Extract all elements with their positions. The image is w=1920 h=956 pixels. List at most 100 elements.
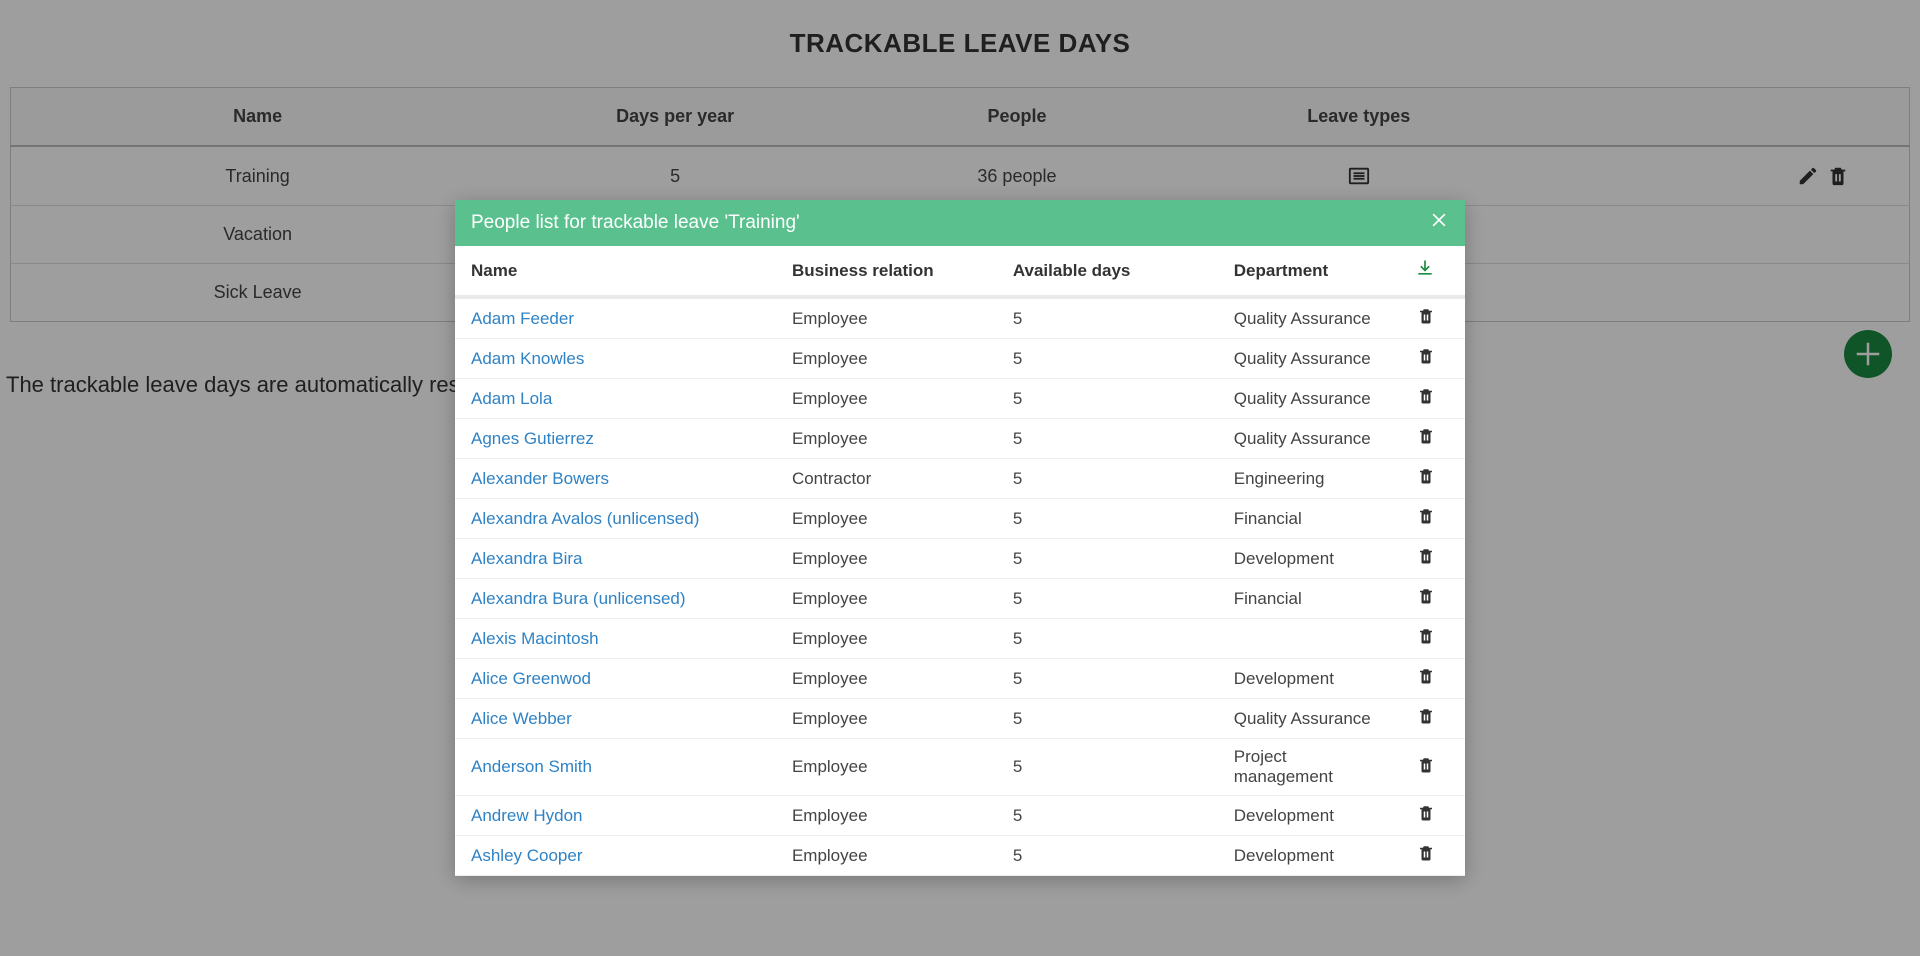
remove-person-button[interactable] — [1417, 630, 1435, 649]
people-row-relation: Employee — [776, 499, 997, 539]
people-row-department: Quality Assurance — [1218, 297, 1399, 339]
people-header-relation[interactable]: Business relation — [776, 246, 997, 297]
people-row: Andrew HydonEmployee5Development — [455, 796, 1465, 836]
people-row: Agnes GutierrezEmployee5Quality Assuranc… — [455, 419, 1465, 459]
person-link[interactable]: Alexandra Avalos (unlicensed) — [471, 509, 699, 528]
person-link[interactable]: Alexandra Bira — [471, 549, 583, 568]
people-row-name: Alice Webber — [455, 699, 776, 739]
people-row-delete-cell — [1399, 339, 1465, 379]
people-row: Alice Greenwod Employee5Development — [455, 659, 1465, 699]
remove-person-button[interactable] — [1417, 590, 1435, 609]
modal-title: People list for trackable leave 'Trainin… — [471, 212, 800, 234]
person-link[interactable]: Alexander Bowers — [471, 469, 609, 488]
remove-person-button[interactable] — [1417, 759, 1435, 778]
people-list-modal: People list for trackable leave 'Trainin… — [455, 200, 1465, 876]
people-row-name: Alice Greenwod — [455, 659, 776, 699]
modal-close-button[interactable] — [1429, 210, 1449, 236]
people-row-department: Quality Assurance — [1218, 379, 1399, 419]
people-row-delete-cell — [1399, 659, 1465, 699]
person-link[interactable]: Adam Lola — [471, 389, 552, 408]
people-row-department — [1218, 619, 1399, 659]
people-header-name[interactable]: Name — [455, 246, 776, 297]
people-row-name: Alexis Macintosh — [455, 619, 776, 659]
people-row-relation: Employee — [776, 339, 997, 379]
person-link[interactable]: Alexis Macintosh — [471, 629, 599, 648]
person-link[interactable]: Andrew Hydon — [471, 806, 583, 825]
remove-person-button[interactable] — [1417, 807, 1435, 826]
people-row-relation: Employee — [776, 796, 997, 836]
person-link[interactable]: Alice Greenwod — [471, 669, 591, 688]
remove-person-button[interactable] — [1417, 510, 1435, 529]
people-header-download — [1399, 246, 1465, 297]
people-row: Adam Feeder Employee5Quality Assurance — [455, 297, 1465, 339]
people-header-available[interactable]: Available days — [997, 246, 1218, 297]
people-row: Ashley CooperEmployee5Development — [455, 836, 1465, 876]
page-root: TRACKABLE LEAVE DAYS Name Days per year … — [0, 0, 1920, 956]
remove-person-button[interactable] — [1417, 550, 1435, 569]
person-link[interactable]: Agnes Gutierrez — [471, 429, 594, 448]
people-row-days: 5 — [997, 699, 1218, 739]
people-row: Adam KnowlesEmployee5Quality Assurance — [455, 339, 1465, 379]
people-row-days: 5 — [997, 796, 1218, 836]
people-row-days: 5 — [997, 297, 1218, 339]
people-row: Alexandra Bura (unlicensed)Employee5Fina… — [455, 579, 1465, 619]
people-row-department: Development — [1218, 836, 1399, 876]
download-button[interactable] — [1415, 263, 1435, 282]
person-link[interactable]: Ashley Cooper — [471, 846, 583, 865]
people-row-name: Agnes Gutierrez — [455, 419, 776, 459]
people-row-department: Development — [1218, 659, 1399, 699]
people-row-name: Ashley Cooper — [455, 836, 776, 876]
people-row-delete-cell — [1399, 796, 1465, 836]
people-row-department: Quality Assurance — [1218, 419, 1399, 459]
people-row-relation: Employee — [776, 619, 997, 659]
people-row-relation: Employee — [776, 699, 997, 739]
download-icon — [1415, 258, 1435, 278]
people-row-delete-cell — [1399, 459, 1465, 499]
people-row-delete-cell — [1399, 499, 1465, 539]
person-link[interactable]: Alexandra Bura (unlicensed) — [471, 589, 686, 608]
modal-overlay[interactable]: People list for trackable leave 'Trainin… — [0, 0, 1920, 956]
people-row-days: 5 — [997, 619, 1218, 659]
remove-person-button[interactable] — [1417, 470, 1435, 489]
people-row-days: 5 — [997, 579, 1218, 619]
people-row-days: 5 — [997, 659, 1218, 699]
modal-header: People list for trackable leave 'Trainin… — [455, 200, 1465, 246]
people-row-name: Alexandra Bira — [455, 539, 776, 579]
people-row-name: Alexander Bowers — [455, 459, 776, 499]
people-row-delete-cell — [1399, 419, 1465, 459]
people-table-header-row: Name Business relation Available days De… — [455, 246, 1465, 297]
remove-person-button[interactable] — [1417, 847, 1435, 866]
person-link[interactable]: Anderson Smith — [471, 757, 592, 776]
people-row-relation: Employee — [776, 539, 997, 579]
person-link[interactable]: Adam Feeder — [471, 309, 574, 328]
remove-person-button[interactable] — [1417, 670, 1435, 689]
remove-person-button[interactable] — [1417, 390, 1435, 409]
people-header-department[interactable]: Department — [1218, 246, 1399, 297]
people-row-days: 5 — [997, 739, 1218, 796]
people-row-days: 5 — [997, 539, 1218, 579]
people-row-department: Financial — [1218, 579, 1399, 619]
remove-person-button[interactable] — [1417, 310, 1435, 329]
people-row-delete-cell — [1399, 699, 1465, 739]
people-row-delete-cell — [1399, 836, 1465, 876]
people-row: Adam Lola Employee5Quality Assurance — [455, 379, 1465, 419]
people-row-relation: Employee — [776, 379, 997, 419]
people-row-relation: Employee — [776, 659, 997, 699]
people-row-delete-cell — [1399, 739, 1465, 796]
people-row-delete-cell — [1399, 619, 1465, 659]
people-row-relation: Employee — [776, 297, 997, 339]
remove-person-button[interactable] — [1417, 350, 1435, 369]
people-row-days: 5 — [997, 379, 1218, 419]
remove-person-button[interactable] — [1417, 430, 1435, 449]
people-row-days: 5 — [997, 836, 1218, 876]
people-row-name: Alexandra Bura (unlicensed) — [455, 579, 776, 619]
person-link[interactable]: Adam Knowles — [471, 349, 584, 368]
people-row-delete-cell — [1399, 379, 1465, 419]
people-row-name: Adam Lola — [455, 379, 776, 419]
people-row-relation: Contractor — [776, 459, 997, 499]
people-row: Alexander BowersContractor5Engineering — [455, 459, 1465, 499]
person-link[interactable]: Alice Webber — [471, 709, 572, 728]
people-row-name: Adam Knowles — [455, 339, 776, 379]
remove-person-button[interactable] — [1417, 710, 1435, 729]
people-row-department: Quality Assurance — [1218, 699, 1399, 739]
